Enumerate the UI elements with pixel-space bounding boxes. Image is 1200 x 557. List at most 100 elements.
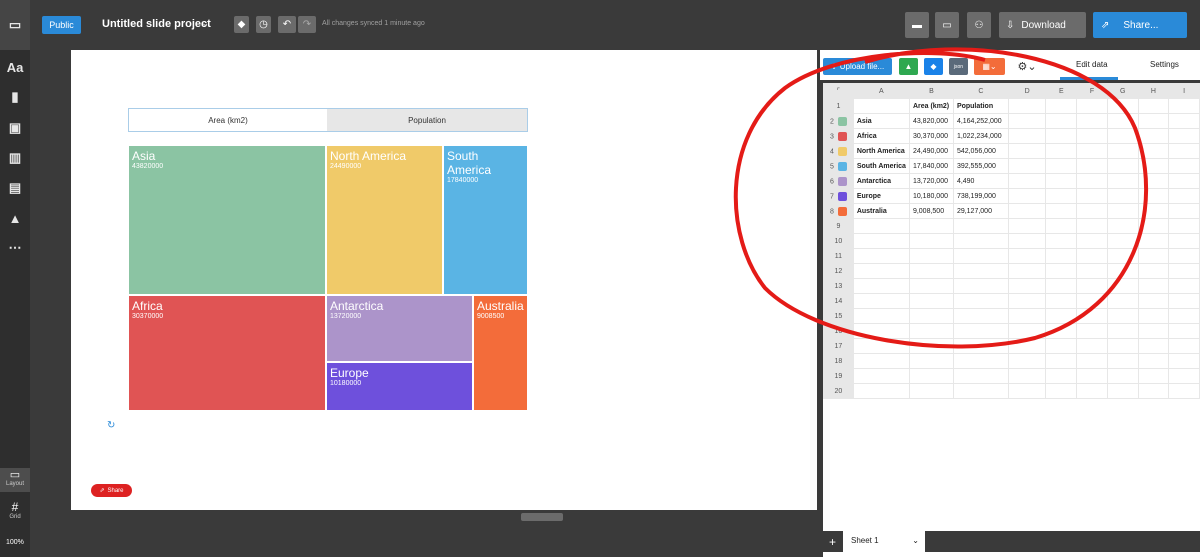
chart-share-button[interactable]: ⇗ Share <box>91 484 132 497</box>
row-header[interactable]: 13 <box>823 278 854 294</box>
cell[interactable] <box>1076 308 1108 324</box>
cell[interactable] <box>1007 293 1047 309</box>
cell[interactable] <box>1045 338 1078 354</box>
slide-canvas[interactable]: Area (km2) Population Asia 43820000 North … <box>71 50 817 510</box>
cell[interactable] <box>1045 203 1078 219</box>
cell[interactable] <box>1168 323 1200 339</box>
project-title[interactable]: Untitled slide project <box>102 18 211 30</box>
cell[interactable] <box>1045 173 1078 189</box>
cell[interactable] <box>1106 173 1139 189</box>
cell[interactable] <box>1045 308 1078 324</box>
cell[interactable] <box>1076 323 1108 339</box>
undo-icon[interactable]: ↶ <box>278 16 296 33</box>
row-header[interactable]: 14 <box>823 293 854 309</box>
cell[interactable] <box>1007 173 1047 189</box>
history-icon[interactable]: ◷ <box>256 16 271 33</box>
download-button[interactable]: ⇩ Download <box>999 12 1086 38</box>
row-header[interactable]: 1 <box>823 98 854 114</box>
row-header[interactable]: 9 <box>823 218 854 234</box>
cell[interactable] <box>1076 353 1108 369</box>
cell[interactable] <box>1106 263 1139 279</box>
cell[interactable] <box>1168 308 1200 324</box>
cell[interactable] <box>1007 278 1047 294</box>
cell[interactable] <box>1045 188 1078 204</box>
cell[interactable] <box>1045 278 1078 294</box>
cell[interactable] <box>1007 383 1047 399</box>
row-header[interactable]: 19 <box>823 368 854 384</box>
tag-icon[interactable]: ◆ <box>234 16 249 33</box>
cell[interactable] <box>908 353 954 369</box>
cell[interactable] <box>852 278 910 294</box>
cell[interactable]: 1,022,234,000 <box>952 128 1009 144</box>
cell[interactable] <box>1168 113 1200 129</box>
cell[interactable] <box>1168 278 1200 294</box>
tab-area[interactable]: Area (km2) <box>129 109 327 131</box>
cell[interactable] <box>1137 188 1170 204</box>
map-icon[interactable]: ▣ <box>0 113 30 143</box>
cell[interactable]: 9,008,500 <box>908 203 954 219</box>
image-icon[interactable]: ▤ <box>0 173 30 203</box>
select-all-corner[interactable]: ⌜ <box>823 83 854 99</box>
cell[interactable] <box>1076 98 1108 114</box>
cell[interactable]: North America <box>852 143 910 159</box>
cell[interactable] <box>1007 308 1047 324</box>
cell[interactable] <box>1106 293 1139 309</box>
present-icon[interactable]: ▬ <box>905 12 929 38</box>
row-header[interactable]: 12 <box>823 263 854 279</box>
cell[interactable] <box>1045 113 1078 129</box>
cell[interactable] <box>1106 383 1139 399</box>
cell[interactable] <box>1007 203 1047 219</box>
row-header[interactable]: 3 <box>823 128 854 144</box>
cell[interactable] <box>1106 98 1139 114</box>
cell[interactable] <box>1045 323 1078 339</box>
cell[interactable] <box>1137 248 1170 264</box>
cell[interactable] <box>1168 248 1200 264</box>
column-header[interactable]: F <box>1076 83 1108 99</box>
cell[interactable] <box>1106 203 1139 219</box>
treemap-cell-antarctica[interactable]: Antarctica 13720000 <box>326 295 473 362</box>
cell[interactable]: South America <box>852 158 910 174</box>
cell[interactable] <box>852 98 910 114</box>
cell[interactable] <box>1168 293 1200 309</box>
cell[interactable] <box>1076 218 1108 234</box>
cell[interactable] <box>852 263 910 279</box>
tab-edit-data[interactable]: Edit data <box>1076 60 1108 69</box>
cell[interactable] <box>1007 218 1047 234</box>
cell[interactable] <box>952 383 1009 399</box>
cell[interactable] <box>1106 248 1139 264</box>
chart-icon[interactable]: ▮ <box>0 82 30 112</box>
share-button[interactable]: ⇗ Share... <box>1093 12 1187 38</box>
column-header[interactable]: A <box>852 83 910 99</box>
cell[interactable] <box>1007 158 1047 174</box>
cell[interactable] <box>1076 188 1108 204</box>
cell[interactable] <box>952 233 1009 249</box>
gear-icon[interactable]: ⚙⌄ <box>1012 58 1042 75</box>
cell[interactable] <box>1168 173 1200 189</box>
row-header[interactable]: 2 <box>823 113 854 129</box>
cell[interactable] <box>1106 338 1139 354</box>
cell[interactable] <box>1168 188 1200 204</box>
menu-icon[interactable]: ▭ <box>0 0 30 50</box>
color-swatch[interactable] <box>837 206 847 216</box>
cell[interactable] <box>1106 113 1139 129</box>
cell[interactable] <box>952 263 1009 279</box>
cell[interactable]: Population <box>952 98 1009 114</box>
cell[interactable] <box>852 323 910 339</box>
treemap-cell-south-america[interactable]: South America 17840000 <box>443 145 528 295</box>
database-icon[interactable]: ▦⌄ <box>974 58 1005 75</box>
cell[interactable]: 542,056,000 <box>952 143 1009 159</box>
refresh-icon[interactable]: ↻ <box>107 420 115 431</box>
cell[interactable]: 30,370,000 <box>908 128 954 144</box>
color-swatch[interactable] <box>837 191 847 201</box>
cell[interactable] <box>952 368 1009 384</box>
cell[interactable] <box>1137 218 1170 234</box>
cell[interactable] <box>952 308 1009 324</box>
treemap-cell-asia[interactable]: Asia 43820000 <box>128 145 326 295</box>
cell[interactable] <box>852 293 910 309</box>
cell[interactable]: 17,840,000 <box>908 158 954 174</box>
cell[interactable] <box>1106 323 1139 339</box>
cell[interactable] <box>1168 338 1200 354</box>
cell[interactable] <box>1076 263 1108 279</box>
cell[interactable] <box>1137 203 1170 219</box>
cell[interactable] <box>1045 128 1078 144</box>
